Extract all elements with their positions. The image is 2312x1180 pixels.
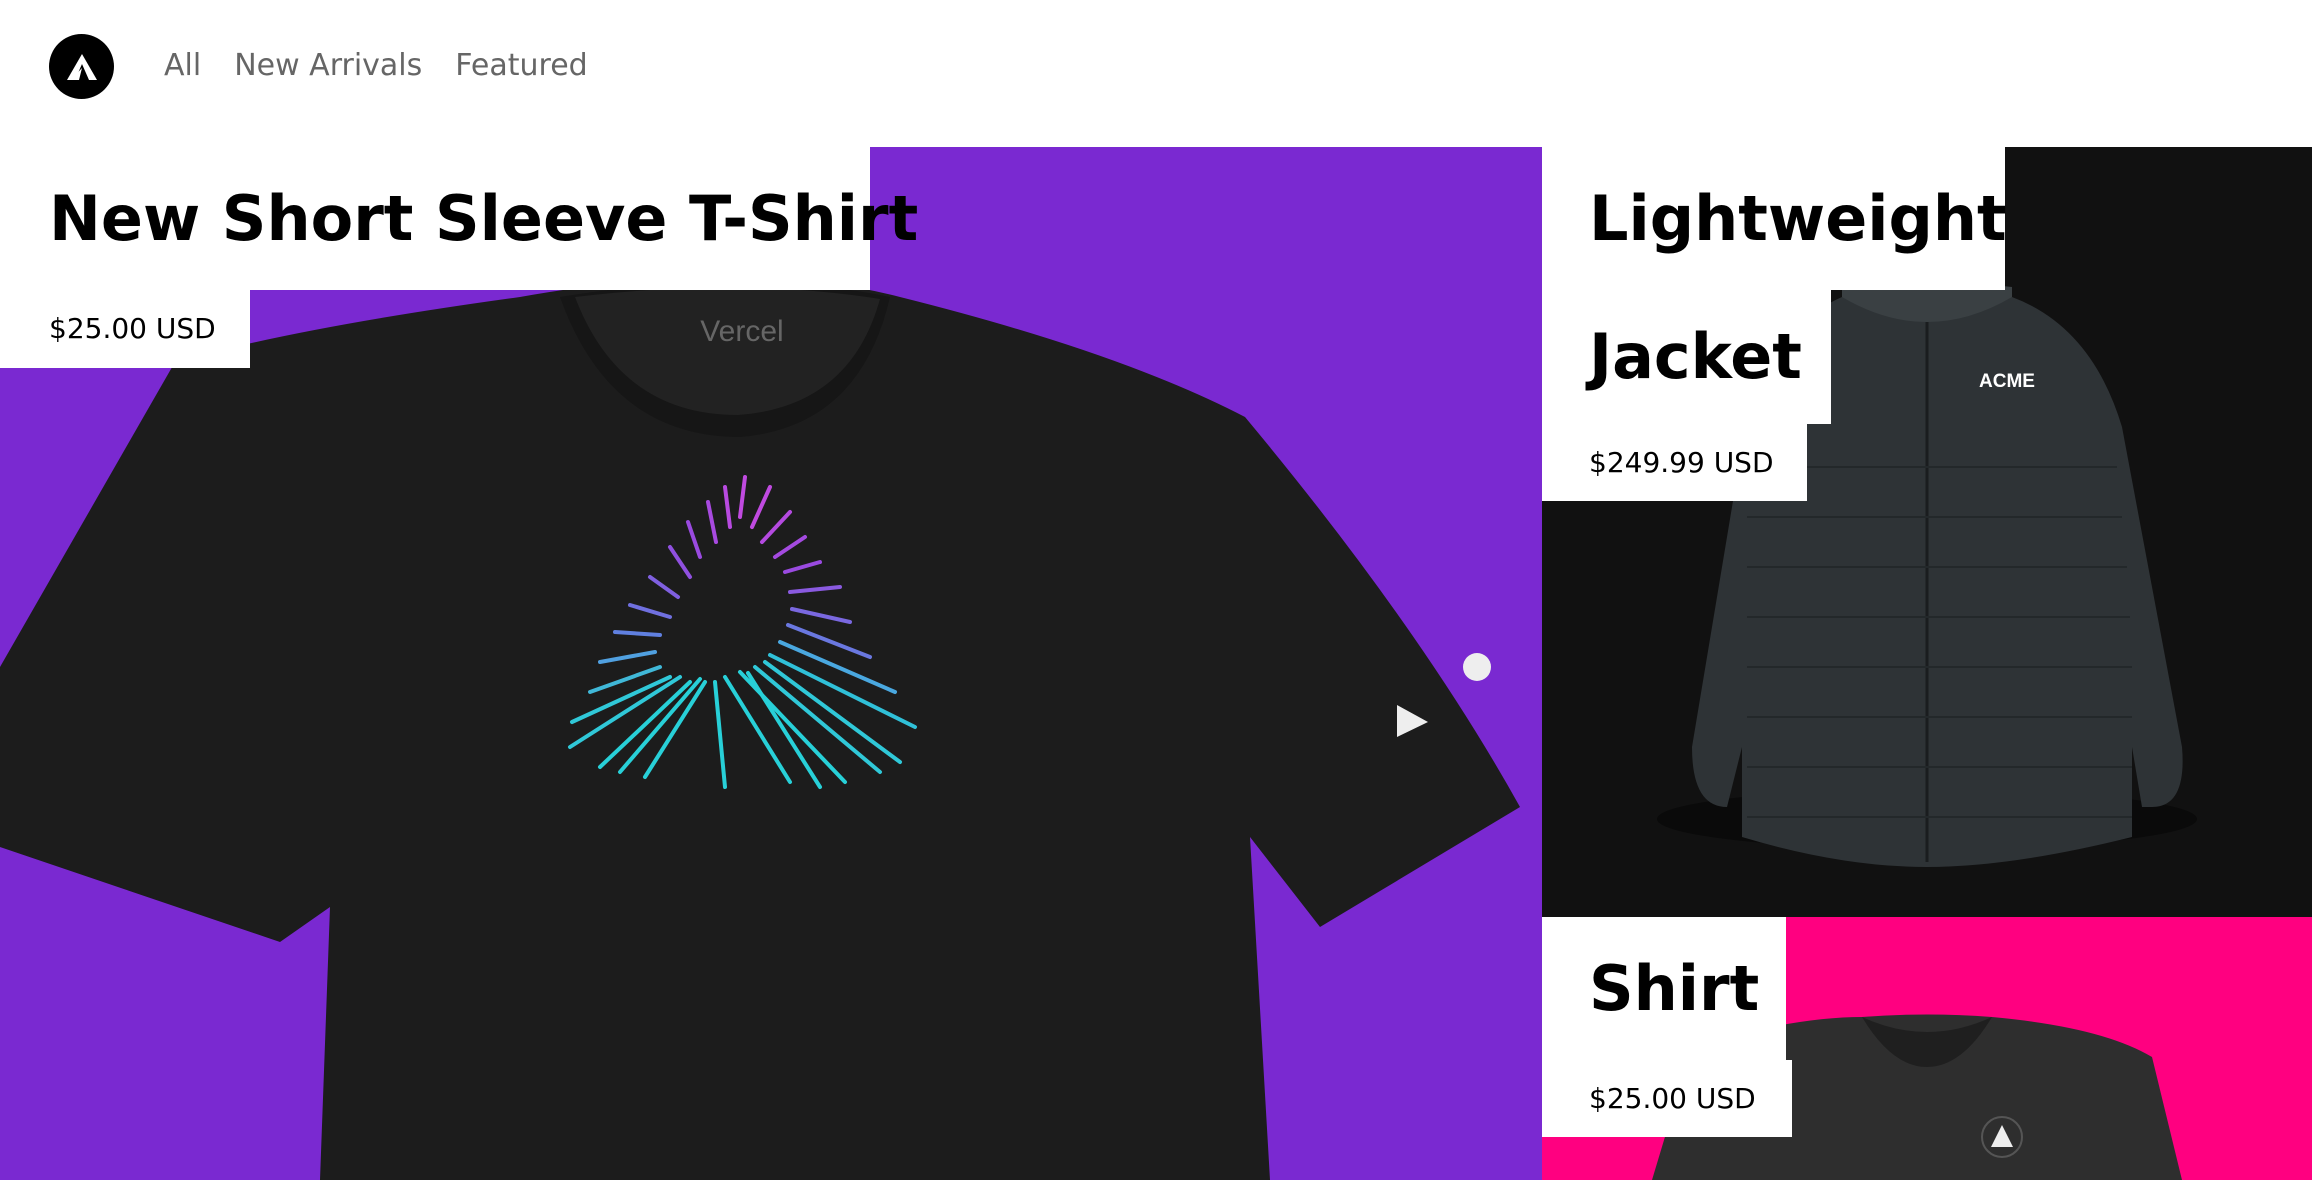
collar-brand-text: Vercel	[700, 315, 783, 348]
product-title[interactable]: Shirt	[1542, 917, 1786, 1060]
product-title-line2[interactable]: Jacket	[1542, 290, 1831, 424]
product-tile-jacket[interactable]: ACME Lightweight Jacket $249.99 USD	[1542, 147, 2312, 917]
product-tile-shirt[interactable]: Shirt $25.00 USD	[1542, 917, 2312, 1180]
product-title-line1[interactable]: Lightweight	[1542, 147, 2007, 290]
product-price: $25.00 USD	[0, 290, 250, 368]
site-header: All New Arrivals Featured	[0, 0, 2312, 147]
nav-all[interactable]: All	[164, 44, 201, 88]
nav-new-arrivals[interactable]: New Arrivals	[234, 44, 422, 88]
product-price: $25.00 USD	[1542, 1060, 1792, 1137]
acme-logo-icon	[66, 53, 97, 80]
store-logo[interactable]	[49, 34, 114, 99]
product-tile-tshirt[interactable]: Vercel New Short Sleeve T-Shirt $25.00 U…	[0, 147, 1542, 1180]
main-nav: All New Arrivals Featured	[164, 44, 588, 88]
product-title[interactable]: New Short Sleeve T-Shirt	[0, 147, 918, 290]
product-price: $249.99 USD	[1542, 424, 1807, 501]
jacket-brand-text: ACME	[1979, 371, 2035, 392]
nav-featured[interactable]: Featured	[455, 44, 587, 88]
